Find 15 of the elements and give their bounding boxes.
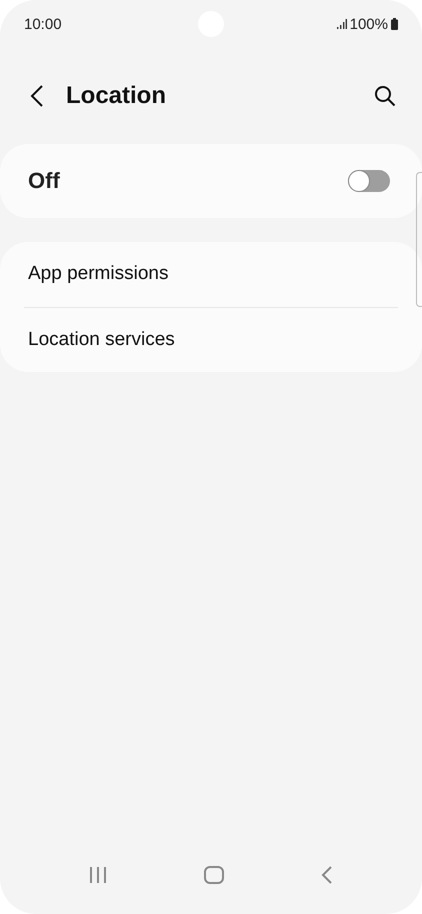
switch-label: Off [28,168,60,194]
settings-item[interactable]: App permissions [24,242,398,306]
signal-icon [336,19,347,29]
status-time: 10:00 [24,16,62,32]
toggle-switch[interactable] [348,170,390,192]
settings-item[interactable]: Location services [24,308,398,372]
master-switch-row[interactable]: Off [0,144,422,218]
page-title: Location [66,82,167,110]
battery-percent: 100% [350,16,388,32]
back-icon[interactable] [321,866,334,884]
home-icon[interactable] [204,866,224,884]
back-button[interactable] [30,84,44,108]
recent-apps-icon[interactable] [88,867,107,883]
search-icon[interactable] [374,85,396,107]
battery-icon [391,18,398,30]
